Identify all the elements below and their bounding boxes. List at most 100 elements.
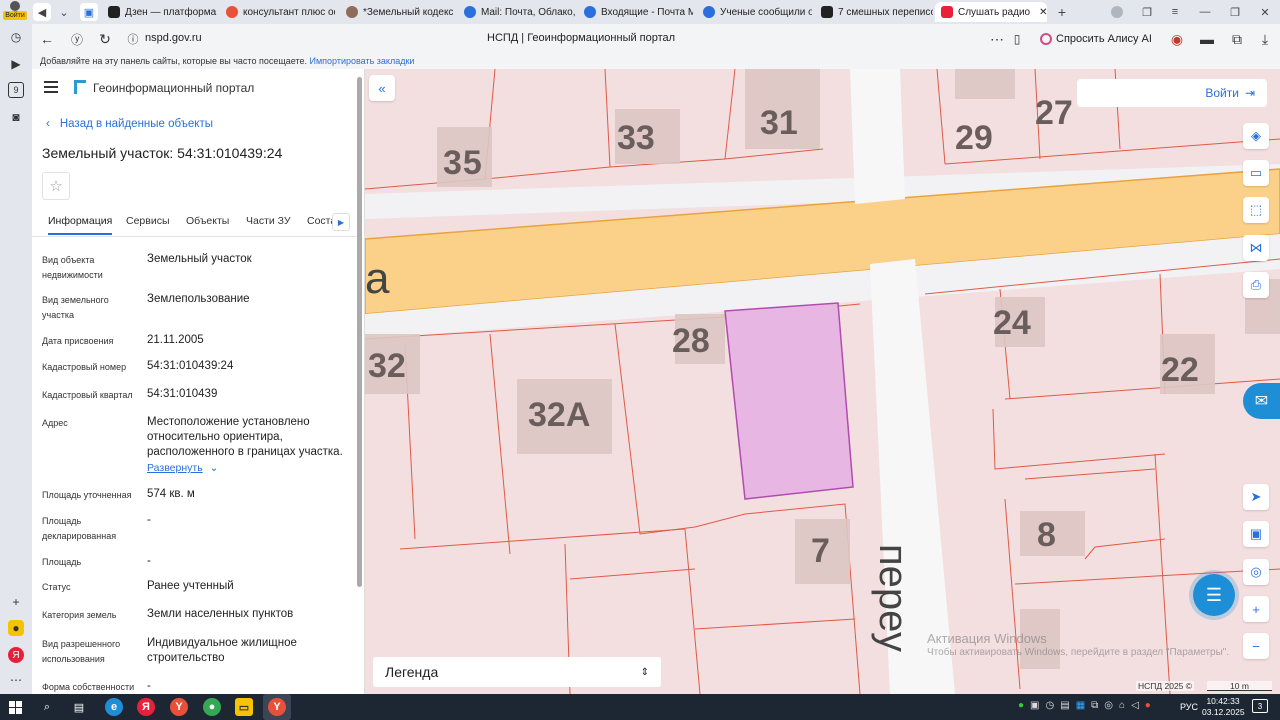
profile-login[interactable]: Войти	[3, 1, 27, 23]
cadastral-map[interactable]: 35 33 31 29 27 28 32 32А 24 22 8 7 а пер…	[365, 69, 1280, 694]
browser-tab[interactable]: *Земельный кодекс Р	[340, 2, 455, 22]
tray-icons: ● ▣ ◷ ▤ ▦ ⧉ ◎ ⌂ ◁ ●	[1018, 700, 1151, 711]
favorite-star-button[interactable]: ☆	[42, 172, 70, 200]
print-button[interactable]: ⎙	[1243, 272, 1269, 298]
zoom-in-button[interactable]: +	[1243, 596, 1269, 622]
collections-icon[interactable]: ❐	[1138, 3, 1156, 21]
browser-tab[interactable]: 7 смешных переписо	[815, 2, 933, 22]
map-login-button[interactable]: Войти ⇥	[1077, 79, 1267, 107]
share-button[interactable]: ⋈	[1243, 235, 1269, 261]
tab-services[interactable]: Сервисы	[126, 215, 170, 227]
expand-link[interactable]: Развернуть ⌄	[147, 462, 218, 474]
reload-icon[interactable]: ↻	[96, 30, 114, 48]
tab-objects[interactable]: Объекты	[186, 215, 229, 227]
search-icon[interactable]: ⌕	[38, 698, 56, 716]
network-icon[interactable]: ⌂	[1119, 700, 1125, 711]
active-tab-icon[interactable]: ▣	[80, 3, 98, 21]
edge-icon[interactable]: e	[105, 698, 123, 716]
back-link[interactable]: ‹ Назад в найденные объекты	[46, 118, 213, 130]
geolocation-button[interactable]: ◎	[1243, 559, 1269, 585]
calendar-icon[interactable]: 9	[8, 82, 24, 98]
minimize-icon[interactable]: —	[1196, 3, 1214, 21]
site-info-icon[interactable]: ⓘ	[124, 30, 142, 48]
locate-button[interactable]: ➤	[1243, 484, 1269, 510]
browser-tab-active[interactable]: Слушать радио ✕	[935, 2, 1047, 22]
browser-side-strip: ◷ ▶ 9 ◙ + ● Я ⋯	[0, 24, 32, 694]
volume-icon[interactable]: ◁	[1131, 700, 1139, 711]
tab-favicon-icon	[464, 6, 476, 18]
puzzle-icon[interactable]: ⧉	[1228, 30, 1246, 48]
menu-icon[interactable]: ≡	[1166, 3, 1184, 21]
ruler-button[interactable]: ▭	[1243, 160, 1269, 186]
clock[interactable]: 10:42:33 03.12.2025	[1202, 696, 1245, 718]
field-value: 54:31:010439	[147, 388, 218, 400]
alice-button[interactable]: Спросить Алису AI	[1036, 29, 1160, 49]
video-icon[interactable]: ▶	[8, 56, 24, 72]
yandex-home-icon[interactable]: ⓨ	[68, 30, 86, 48]
share-icon: ⋈	[1249, 240, 1263, 255]
sound-icon[interactable]: ◀	[33, 3, 51, 21]
notifications-button[interactable]: 3	[1252, 699, 1268, 713]
keyboard-language[interactable]: РУС	[1180, 702, 1198, 712]
back-icon[interactable]: ←	[38, 30, 56, 48]
extension-icon[interactable]: ◉	[1168, 30, 1186, 48]
bookmark-icon[interactable]: ▯	[1008, 30, 1026, 48]
sidebar-app-icon[interactable]: ●	[8, 620, 24, 636]
add-panel-icon[interactable]: +	[8, 594, 24, 610]
close-window-icon[interactable]: ✕	[1256, 3, 1274, 21]
yandex-tray-icon[interactable]: ●	[1145, 700, 1151, 711]
layers-button[interactable]: ◈	[1243, 123, 1269, 149]
collapse-panel-button[interactable]: «	[369, 75, 395, 101]
browser-tab[interactable]: Дзен — платформа д	[102, 2, 217, 22]
history-icon[interactable]: ◷	[8, 29, 24, 45]
restore-icon[interactable]: ❐	[1226, 3, 1244, 21]
start-icon[interactable]	[6, 698, 24, 716]
profile-login-label: Войти	[3, 11, 27, 20]
browser-tab[interactable]: Ученые сообщили о з	[697, 2, 812, 22]
browser-tab[interactable]: Входящие - Почта Ма	[578, 2, 693, 22]
legend-dropdown[interactable]: Легенда ⇕	[373, 657, 661, 687]
hamburger-menu-icon[interactable]	[44, 81, 58, 93]
field-label: Дата присвоения	[42, 336, 114, 346]
tray-app-icon[interactable]: ▤	[1060, 700, 1069, 711]
import-bookmarks-link[interactable]: Импортировать закладки	[310, 56, 415, 66]
tray-app-icon[interactable]: ●	[1018, 700, 1024, 711]
yandex-taskbar-icon[interactable]: Я	[137, 698, 155, 716]
zoom-out-button[interactable]: −	[1243, 633, 1269, 659]
tray-app-icon[interactable]: ◎	[1104, 700, 1113, 711]
tab-information[interactable]: Информация	[48, 215, 113, 235]
task-view-icon[interactable]: ▤	[70, 698, 88, 716]
screenshot-icon[interactable]: ◙	[8, 109, 24, 125]
chevron-right-icon: ▶	[337, 217, 345, 227]
yandex-icon[interactable]: Я	[8, 647, 24, 663]
tray-app-icon[interactable]: ◷	[1046, 700, 1055, 711]
chrome-icon[interactable]: ●	[203, 698, 221, 716]
tab-list-chevron-icon[interactable]: ⌄	[55, 3, 73, 21]
yandex-browser-active-icon[interactable]: Y	[263, 694, 291, 720]
minimap-button[interactable]: ▣	[1243, 521, 1269, 547]
download-arrow-icon[interactable]: ⤓	[1256, 30, 1274, 48]
yandex-browser-icon[interactable]: Y	[170, 698, 188, 716]
select-area-button[interactable]: ⬚	[1243, 197, 1269, 223]
more-options-icon[interactable]: ⋯	[988, 30, 1006, 48]
print-icon: ⎙	[1250, 277, 1262, 292]
panel-scrollbar[interactable]	[357, 77, 362, 587]
profile-avatar-icon[interactable]	[1108, 3, 1126, 21]
map-scale: 10 m	[1207, 681, 1272, 691]
house-number: 35	[443, 144, 483, 182]
tabs-scroll-right-button[interactable]: ▶	[332, 213, 350, 231]
url-field[interactable]: nspd.gov.ru	[145, 32, 202, 44]
tray-app-icon[interactable]: ▣	[1030, 700, 1039, 711]
downloads-icon[interactable]: ▬	[1198, 30, 1216, 48]
browser-tab[interactable]: консультант плюс оф	[220, 2, 335, 22]
more-icon[interactable]: ⋯	[8, 672, 24, 688]
close-tab-icon[interactable]: ✕	[1039, 7, 1047, 18]
new-tab-icon[interactable]: +	[1053, 3, 1071, 21]
browser-tab[interactable]: Mail: Почта, Облако, К	[458, 2, 576, 22]
feedback-button[interactable]: ✉	[1243, 383, 1280, 419]
tray-app-icon[interactable]: ⧉	[1091, 700, 1098, 711]
chat-assistant-button[interactable]: ☰	[1193, 574, 1235, 616]
tray-app-icon[interactable]: ▦	[1076, 700, 1085, 711]
explorer-icon[interactable]: ▭	[235, 698, 253, 716]
tab-parts[interactable]: Части ЗУ	[246, 215, 291, 227]
